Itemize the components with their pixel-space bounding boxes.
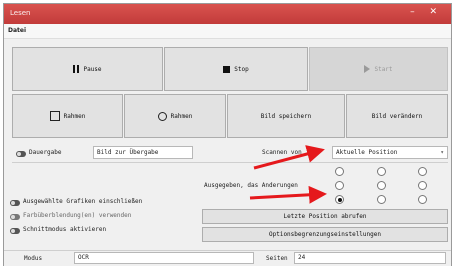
annotation-arrow-up — [253, 145, 325, 170]
annotation-overlay — [249, 145, 327, 204]
annotation-arrow-down — [249, 185, 327, 204]
